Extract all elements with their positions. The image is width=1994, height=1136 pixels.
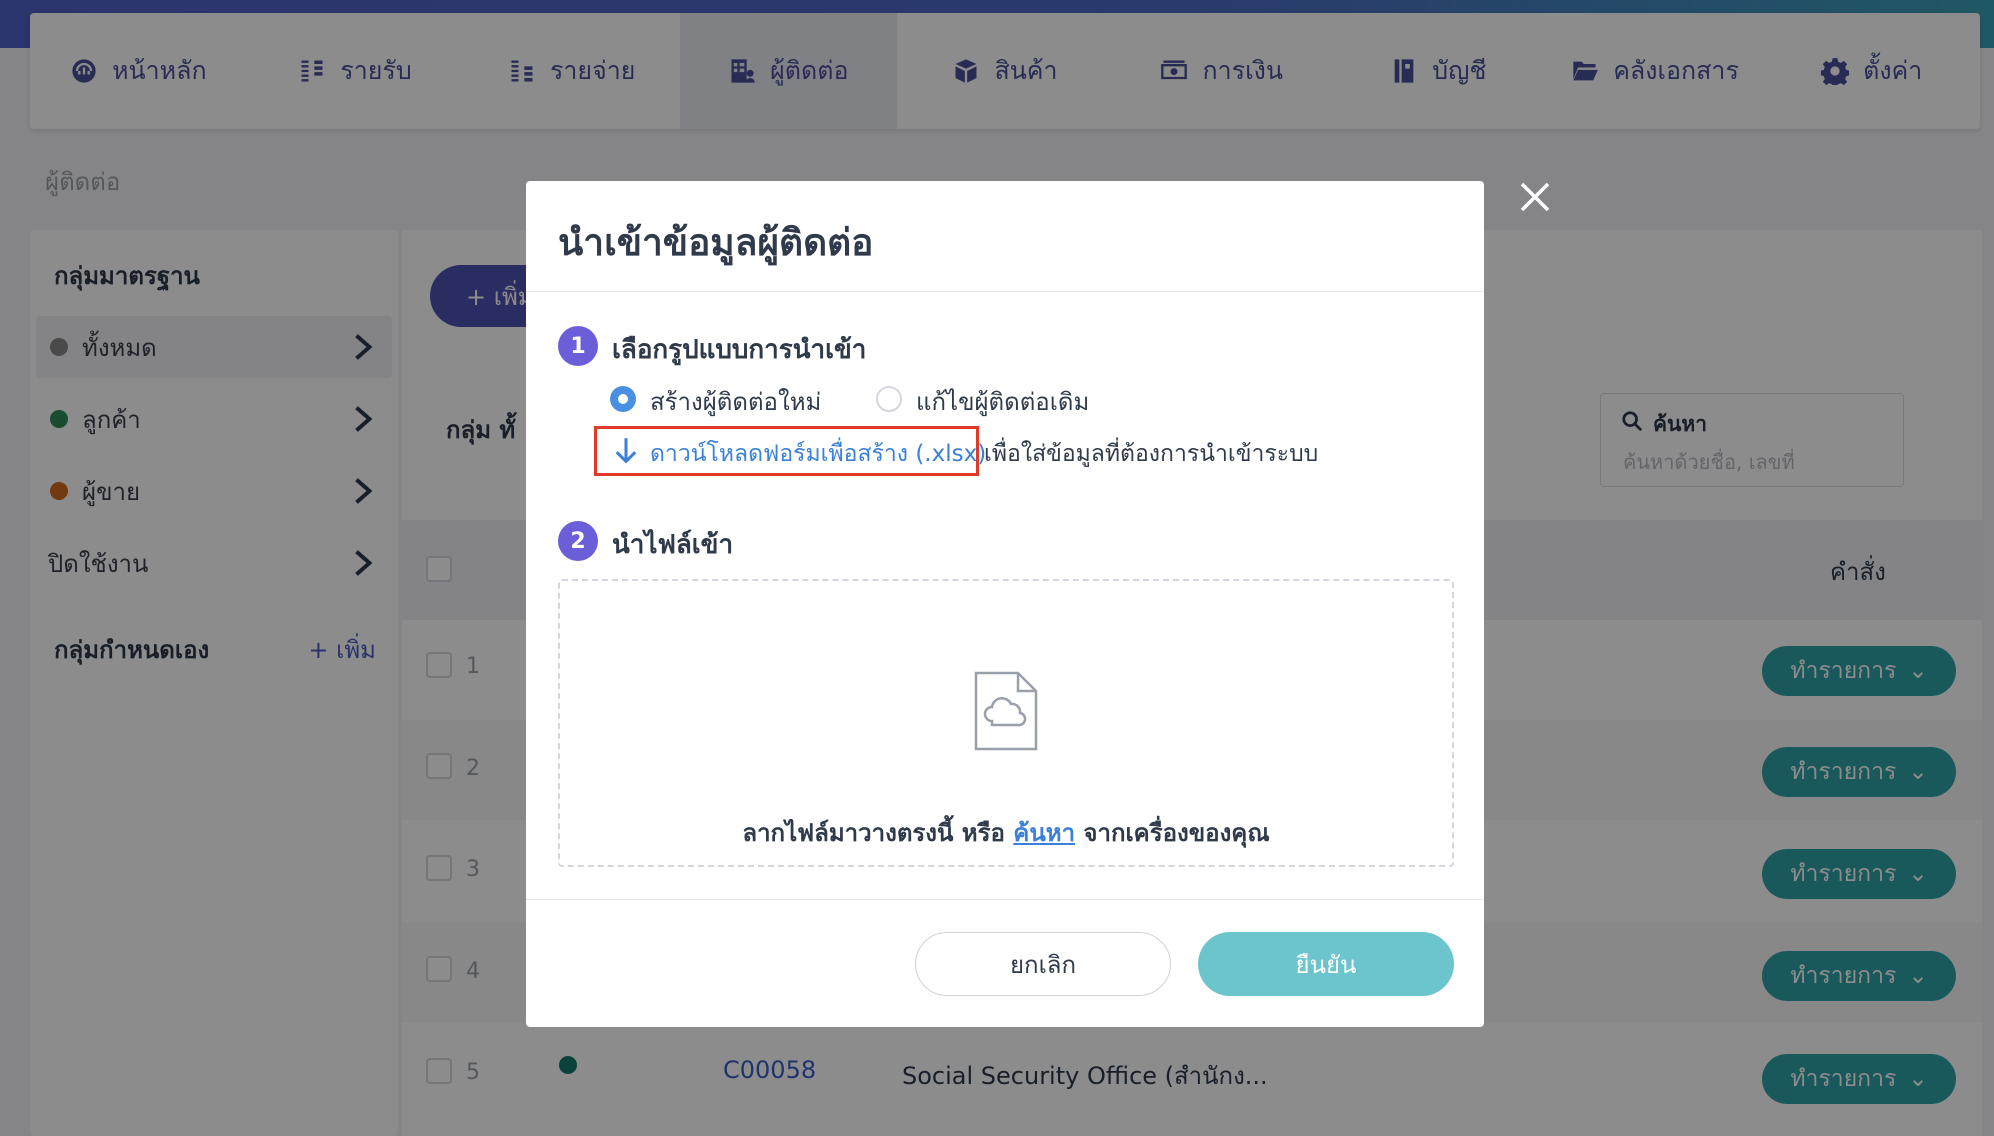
radio-create-new[interactable] [610, 386, 636, 412]
close-icon[interactable] [1518, 180, 1552, 214]
browse-files-link[interactable]: ค้นหา [1013, 819, 1075, 847]
radio-label[interactable]: สร้างผู้ติดต่อใหม่ [650, 382, 821, 421]
divider [526, 899, 1484, 900]
cancel-button[interactable]: ยกเลิก [915, 932, 1171, 996]
file-dropzone[interactable]: ลากไฟล์มาวางตรงนี้ หรือ ค้นหา จากเครื่อง… [558, 579, 1454, 867]
step-badge: 2 [558, 521, 598, 561]
step-title: เลือกรูปแบบการนำเข้า [612, 335, 867, 365]
radio-edit-existing[interactable] [876, 386, 902, 412]
divider [526, 291, 1484, 292]
confirm-button[interactable]: ยืนยัน [1198, 932, 1454, 996]
download-arrow-icon [615, 438, 637, 464]
step-title: นำไฟล์เข้า [612, 530, 734, 560]
dropzone-prefix: ลากไฟล์มาวางตรงนี้ หรือ [742, 819, 1005, 847]
dropzone-text: ลากไฟล์มาวางตรงนี้ หรือ ค้นหา จากเครื่อง… [560, 813, 1452, 852]
step-badge: 1 [558, 326, 598, 366]
download-template-link[interactable]: ดาวน์โหลดฟอร์มเพื่อสร้าง (.xlsx) [650, 436, 986, 472]
modal-title: นำเข้าข้อมูลผู้ติดต่อ [558, 221, 874, 264]
dropzone-suffix: จากเครื่องของคุณ [1083, 819, 1270, 847]
radio-label[interactable]: แก้ไขผู้ติดต่อเดิม [916, 382, 1089, 421]
import-contacts-modal: นำเข้าข้อมูลผู้ติดต่อ 1 เลือกรูปแบบการนำ… [526, 181, 1484, 1027]
file-cloud-icon [974, 671, 1038, 751]
download-hint: เพื่อใส่ข้อมูลที่ต้องการนำเข้าระบบ [984, 441, 1319, 467]
